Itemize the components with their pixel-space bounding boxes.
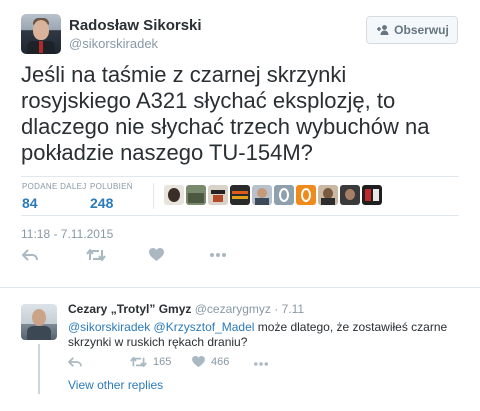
mention-link[interactable]: @Krzysztof_Madel	[154, 320, 255, 334]
reply-date[interactable]: · 7.11	[274, 302, 304, 316]
likes-label: POLUBIEŃ	[90, 182, 133, 191]
reply-like-count: 466	[211, 356, 230, 368]
author-handle[interactable]: @sikorskiradek	[69, 36, 158, 51]
liker-avatar[interactable]	[296, 185, 316, 205]
like-icon[interactable]	[149, 248, 164, 262]
reply-reply-icon[interactable]	[68, 356, 82, 368]
reply-like-button[interactable]: 466	[192, 356, 229, 368]
liker-avatar[interactable]	[274, 185, 294, 205]
author-name[interactable]: Radosław Sikorski	[69, 17, 202, 34]
likes-value: 248	[90, 195, 114, 211]
liker-avatar[interactable]	[252, 185, 272, 205]
like-icon	[192, 356, 205, 368]
likers-avatars	[164, 185, 382, 205]
liker-avatar[interactable]	[230, 185, 250, 205]
retweet-icon	[130, 356, 147, 368]
tweet: Radosław Sikorski @sikorskiradek Obserwu…	[0, 0, 480, 288]
reply-more-icon[interactable]	[254, 362, 268, 366]
reply-author-name[interactable]: Cezary „Trotyl” Gmyz	[68, 302, 191, 316]
retweets-value: 84	[22, 195, 38, 211]
liker-avatar[interactable]	[164, 185, 184, 205]
reply-tweet: Cezary „Trotyl” Gmyz @cezarygmyz · 7.11 …	[0, 288, 480, 411]
reply-text: @sikorskiradek @Krzysztof_Madel może dla…	[68, 320, 468, 350]
author-avatar[interactable]	[21, 14, 61, 54]
follow-user-icon	[377, 25, 389, 35]
reply-icon[interactable]	[22, 248, 38, 262]
tweet-timestamp[interactable]: 11:18 - 7.11.2015	[21, 227, 113, 241]
stats-separator	[153, 183, 154, 209]
view-other-replies-link[interactable]: View other replies	[68, 378, 163, 392]
liker-avatar[interactable]	[318, 185, 338, 205]
retweets-label: PODANE DALEJ	[22, 182, 87, 191]
follow-button[interactable]: Obserwuj	[366, 16, 458, 44]
divider	[21, 176, 459, 177]
liker-avatar[interactable]	[208, 185, 228, 205]
liker-avatar[interactable]	[186, 185, 206, 205]
liker-avatar[interactable]	[340, 185, 360, 205]
liker-avatar[interactable]	[362, 185, 382, 205]
retweet-count[interactable]: PODANE DALEJ 84	[22, 182, 87, 211]
mention-link[interactable]: @sikorskiradek	[68, 320, 150, 334]
reply-header: Cezary „Trotyl” Gmyz @cezarygmyz · 7.11	[68, 302, 304, 316]
divider	[21, 215, 459, 216]
reply-author-handle[interactable]: @cezarygmyz	[195, 302, 271, 316]
reply-retweet-count: 165	[153, 356, 172, 368]
retweet-icon[interactable]	[86, 248, 106, 262]
reply-author-avatar[interactable]	[21, 304, 57, 340]
like-count[interactable]: POLUBIEŃ 248	[90, 182, 133, 211]
reply-retweet-button[interactable]: 165	[130, 356, 171, 368]
tweet-text: Jeśli na taśmie z czarnej skrzynki rosyj…	[21, 62, 430, 165]
thread-line	[38, 344, 40, 394]
follow-label: Obserwuj	[394, 23, 449, 37]
more-icon[interactable]	[210, 253, 226, 257]
